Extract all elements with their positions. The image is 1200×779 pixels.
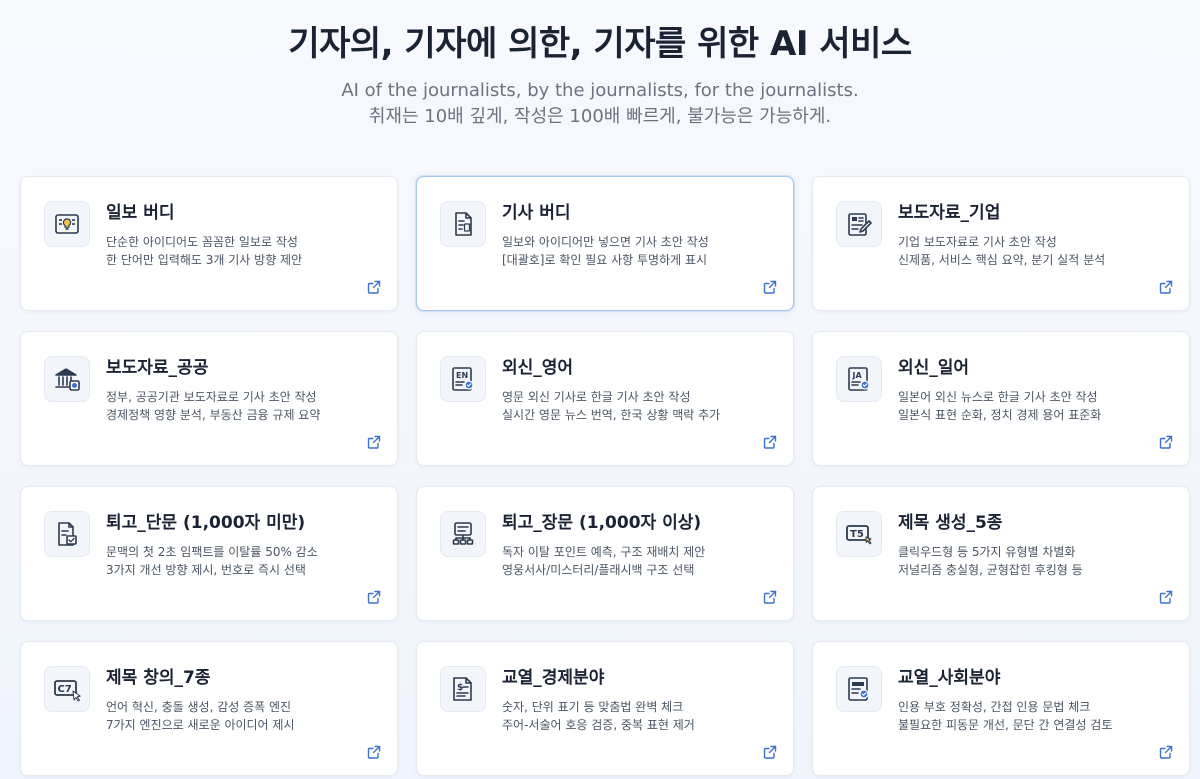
service-card-foreign-english[interactable]: EN 외신_영어 영문 외신 기사로 한글 기사 초안 작성 실시간 영문 뉴스… — [416, 331, 794, 466]
bracket-doc-icon — [440, 201, 486, 247]
t5-cursor-icon: T5 — [836, 511, 882, 557]
card-desc-line: 일본식 표현 순화, 정치 경제 용어 표준화 — [898, 408, 1102, 422]
external-link-icon[interactable] — [367, 435, 381, 449]
svg-text:$: $ — [457, 683, 463, 693]
external-link-icon[interactable] — [763, 435, 777, 449]
page-subtitle: AI of the journalists, by the journalist… — [0, 78, 1200, 130]
card-description: 일본어 외신 뉴스로 한글 기사 초안 작성 일본식 표현 순화, 정치 경제 … — [898, 388, 1177, 424]
card-description: 숫자, 단위 표기 등 맞춤법 완벽 체크 주어-서술어 호응 검증, 중복 표… — [502, 698, 781, 734]
card-desc-line: 문맥의 첫 2초 임팩트를 이탈률 50% 감소 — [106, 545, 318, 559]
svg-text:EN: EN — [456, 371, 468, 380]
card-title: 외신_일어 — [898, 358, 970, 378]
card-title: 제목 생성_5종 — [898, 513, 1003, 533]
service-card-ilbo-buddy[interactable]: 일보 버디 단순한 아이디어도 꼼꼼한 일보로 작성 한 단어만 입력해도 3개… — [20, 176, 398, 311]
check-doc-icon — [44, 511, 90, 557]
card-desc-line: 한 단어만 입력해도 3개 기사 방향 제안 — [106, 253, 303, 267]
card-description: 독자 이탈 포인트 예측, 구조 재배치 제안 영웅서사/미스터리/플래시백 구… — [502, 543, 781, 579]
card-title: 기사 버디 — [502, 203, 571, 223]
card-desc-line: 숫자, 단위 표기 등 맞춤법 완벽 체크 — [502, 700, 684, 714]
card-desc-line: 기업 보도자료로 기사 초안 작성 — [898, 235, 1057, 249]
service-card-revise-short[interactable]: 퇴고_단문 (1,000자 미만) 문맥의 첫 2초 임팩트를 이탈률 50% … — [20, 486, 398, 621]
service-card-headline-generate[interactable]: T5 제목 생성_5종 클릭우드형 등 5가지 유형별 차별화 저널리즘 충실형… — [812, 486, 1190, 621]
card-desc-line: 불필요한 피동문 개선, 문단 간 연결성 검토 — [898, 718, 1113, 732]
c7-cursor-icon: C7 — [44, 666, 90, 712]
card-desc-line: 독자 이탈 포인트 예측, 구조 재배치 제안 — [502, 545, 706, 559]
hero-header: 기자의, 기자에 의한, 기자를 위한 AI 서비스 AI of the jou… — [0, 0, 1200, 176]
card-description: 클릭우드형 등 5가지 유형별 차별화 저널리즘 충실형, 균형잡힌 후킹형 등 — [898, 543, 1177, 579]
structure-doc-icon — [440, 511, 486, 557]
service-card-press-corporate[interactable]: 보도자료_기업 기업 보도자료로 기사 초안 작성 신제품, 서비스 핵심 요약… — [812, 176, 1190, 311]
card-description: 영문 외신 기사로 한글 기사 초안 작성 실시간 영문 뉴스 번역, 한국 상… — [502, 388, 781, 424]
card-desc-line: 언어 혁신, 충돌 생성, 감성 증폭 엔진 — [106, 700, 292, 714]
card-desc-line: 영문 외신 기사로 한글 기사 초안 작성 — [502, 390, 691, 404]
card-description: 인용 부호 정확성, 간접 인용 문법 체크 불필요한 피동문 개선, 문단 간… — [898, 698, 1177, 734]
government-building-icon — [44, 356, 90, 402]
service-grid: 일보 버디 단순한 아이디어도 꼼꼼한 일보로 작성 한 단어만 입력해도 3개… — [20, 176, 1190, 776]
card-desc-line: 실시간 영문 뉴스 번역, 한국 상황 맥락 추가 — [502, 408, 721, 422]
external-link-icon[interactable] — [367, 745, 381, 759]
external-link-icon[interactable] — [1159, 280, 1173, 294]
card-desc-line: 저널리즘 충실형, 균형잡힌 후킹형 등 — [898, 563, 1083, 577]
dollar-doc-icon: $ — [440, 666, 486, 712]
service-card-revise-long[interactable]: 퇴고_장문 (1,000자 이상) 독자 이탈 포인트 예측, 구조 재배치 제… — [416, 486, 794, 621]
card-title: 외신_영어 — [502, 358, 574, 378]
card-title: 교열_경제분야 — [502, 668, 605, 688]
card-title: 교열_사회분야 — [898, 668, 1001, 688]
subtitle-english: AI of the journalists, by the journalist… — [341, 80, 859, 101]
page-title: 기자의, 기자에 의한, 기자를 위한 AI 서비스 — [288, 24, 912, 64]
card-title: 퇴고_단문 (1,000자 미만) — [106, 513, 306, 533]
card-description: 기업 보도자료로 기사 초안 작성 신제품, 서비스 핵심 요약, 분기 실적 … — [898, 233, 1177, 269]
card-desc-line: 영웅서사/미스터리/플래시백 구조 선택 — [502, 563, 695, 577]
card-desc-line: 주어-서술어 호응 검증, 중복 표현 제거 — [502, 718, 695, 732]
ja-doc-icon: JA — [836, 356, 882, 402]
external-link-icon[interactable] — [763, 590, 777, 604]
card-desc-line: 7가지 엔진으로 새로운 아이디어 제시 — [106, 718, 295, 732]
card-title: 퇴고_장문 (1,000자 이상) — [502, 513, 702, 533]
external-link-icon[interactable] — [1159, 745, 1173, 759]
card-desc-line: 3가지 개선 방향 제시, 번호로 즉시 선택 — [106, 563, 306, 577]
card-description: 단순한 아이디어도 꼼꼼한 일보로 작성 한 단어만 입력해도 3개 기사 방향… — [106, 233, 385, 269]
service-card-press-public[interactable]: 보도자료_공공 정부, 공공기관 보도자료로 기사 초안 작성 경제정책 영향 … — [20, 331, 398, 466]
card-desc-line: [대괄호]로 확인 필요 사항 투명하게 표시 — [502, 253, 708, 267]
card-description: 문맥의 첫 2초 임팩트를 이탈률 50% 감소 3가지 개선 방향 제시, 번… — [106, 543, 385, 579]
card-desc-line: 단순한 아이디어도 꼼꼼한 일보로 작성 — [106, 235, 298, 249]
table-check-doc-icon — [836, 666, 882, 712]
pencil-doc-icon — [836, 201, 882, 247]
external-link-icon[interactable] — [367, 590, 381, 604]
card-title: 제목 창의_7종 — [106, 668, 211, 688]
external-link-icon[interactable] — [763, 280, 777, 294]
card-title: 보도자료_기업 — [898, 203, 1001, 223]
external-link-icon[interactable] — [763, 745, 777, 759]
service-card-article-buddy[interactable]: 기사 버디 일보와 아이디어만 넣으면 기사 초안 작성 [대괄호]로 확인 필… — [416, 176, 794, 311]
card-desc-line: 일본어 외신 뉴스로 한글 기사 초안 작성 — [898, 390, 1098, 404]
card-desc-line: 정부, 공공기관 보도자료로 기사 초안 작성 — [106, 390, 317, 404]
card-description: 정부, 공공기관 보도자료로 기사 초안 작성 경제정책 영향 분석, 부동산 … — [106, 388, 385, 424]
bulb-doc-icon — [44, 201, 90, 247]
service-card-foreign-japanese[interactable]: JA 외신_일어 일본어 외신 뉴스로 한글 기사 초안 작성 일본식 표현 순… — [812, 331, 1190, 466]
card-title: 보도자료_공공 — [106, 358, 209, 378]
en-doc-icon: EN — [440, 356, 486, 402]
external-link-icon[interactable] — [367, 280, 381, 294]
svg-text:T5: T5 — [850, 529, 864, 540]
svg-text:JA: JA — [852, 371, 863, 380]
card-desc-line: 경제정책 영향 분석, 부동산 금융 규제 요약 — [106, 408, 321, 422]
card-desc-line: 일보와 아이디어만 넣으면 기사 초안 작성 — [502, 235, 709, 249]
card-desc-line: 신제품, 서비스 핵심 요약, 분기 실적 분석 — [898, 253, 1106, 267]
external-link-icon[interactable] — [1159, 590, 1173, 604]
service-card-proofread-society[interactable]: 교열_사회분야 인용 부호 정확성, 간접 인용 문법 체크 불필요한 피동문 … — [812, 641, 1190, 776]
svg-text:C7: C7 — [58, 684, 72, 695]
external-link-icon[interactable] — [1159, 435, 1173, 449]
service-card-headline-creative[interactable]: C7 제목 창의_7종 언어 혁신, 충돌 생성, 감성 증폭 엔진 7가지 엔… — [20, 641, 398, 776]
card-description: 언어 혁신, 충돌 생성, 감성 증폭 엔진 7가지 엔진으로 새로운 아이디어… — [106, 698, 385, 734]
card-desc-line: 인용 부호 정확성, 간접 인용 문법 체크 — [898, 700, 1091, 714]
subtitle-korean: 취재는 10배 깊게, 작성은 100배 빠르게, 불가능은 가능하게. — [368, 106, 832, 127]
service-card-proofread-economy[interactable]: $ 교열_경제분야 숫자, 단위 표기 등 맞춤법 완벽 체크 주어-서술어 호… — [416, 641, 794, 776]
card-description: 일보와 아이디어만 넣으면 기사 초안 작성 [대괄호]로 확인 필요 사항 투… — [502, 233, 781, 269]
card-desc-line: 클릭우드형 등 5가지 유형별 차별화 — [898, 545, 1076, 559]
card-title: 일보 버디 — [106, 203, 175, 223]
